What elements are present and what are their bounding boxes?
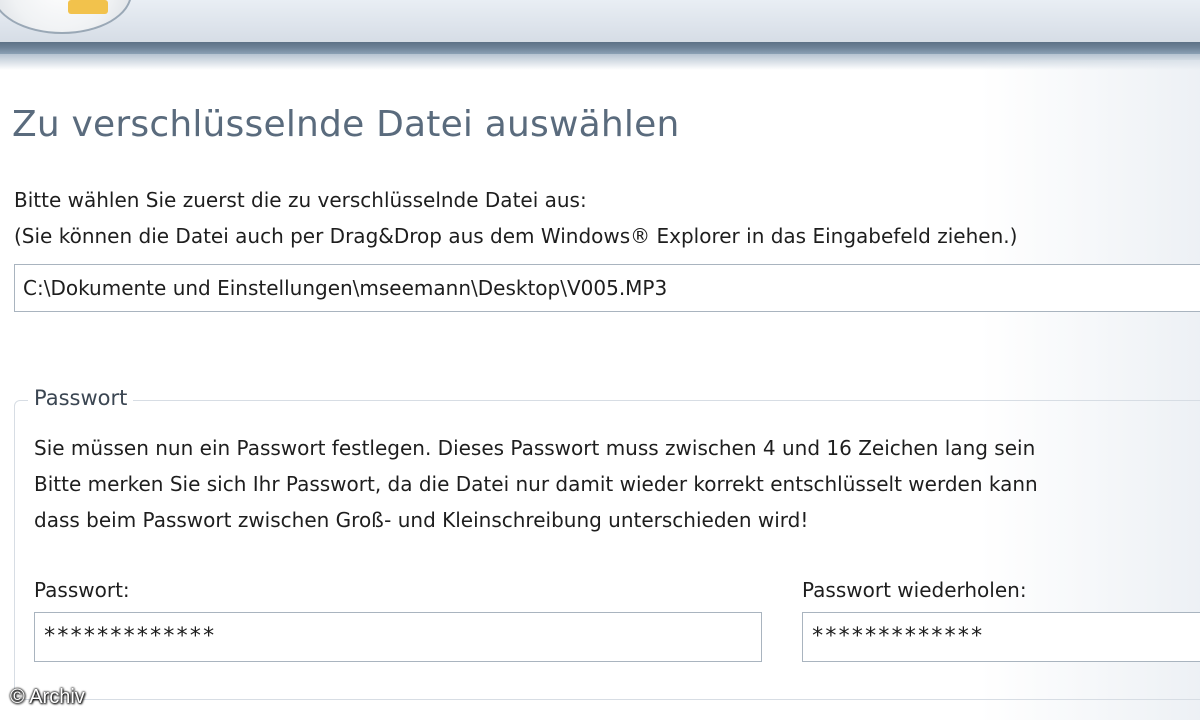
password-info-line: Bitte merken Sie sich Ihr Passwort, da d… bbox=[34, 472, 1038, 496]
logo-folder-shape bbox=[68, 0, 108, 14]
instruction-text: Bitte wählen Sie zuerst die zu verschlüs… bbox=[14, 188, 587, 212]
header-stripe bbox=[0, 42, 1200, 54]
file-path-input[interactable]: C:\Dokumente und Einstellungen\mseemann\… bbox=[14, 264, 1200, 312]
password-group-legend: Passwort bbox=[28, 386, 134, 410]
password-input[interactable]: ************* bbox=[34, 612, 762, 662]
copyright-watermark: © Archiv bbox=[10, 686, 85, 708]
page-title: Zu verschlüsselnde Datei auswählen bbox=[12, 104, 680, 145]
header-band bbox=[0, 0, 1200, 42]
password-info-line: Sie müssen nun ein Passwort festlegen. D… bbox=[34, 436, 1036, 460]
password-label: Passwort: bbox=[34, 578, 130, 602]
password-repeat-input[interactable]: ************* bbox=[802, 612, 1200, 662]
password-info-line: dass beim Passwort zwischen Groß- und Kl… bbox=[34, 508, 809, 532]
drag-drop-hint: (Sie können die Datei auch per Drag&Drop… bbox=[14, 224, 1018, 248]
password-repeat-label: Passwort wiederholen: bbox=[802, 578, 1027, 602]
